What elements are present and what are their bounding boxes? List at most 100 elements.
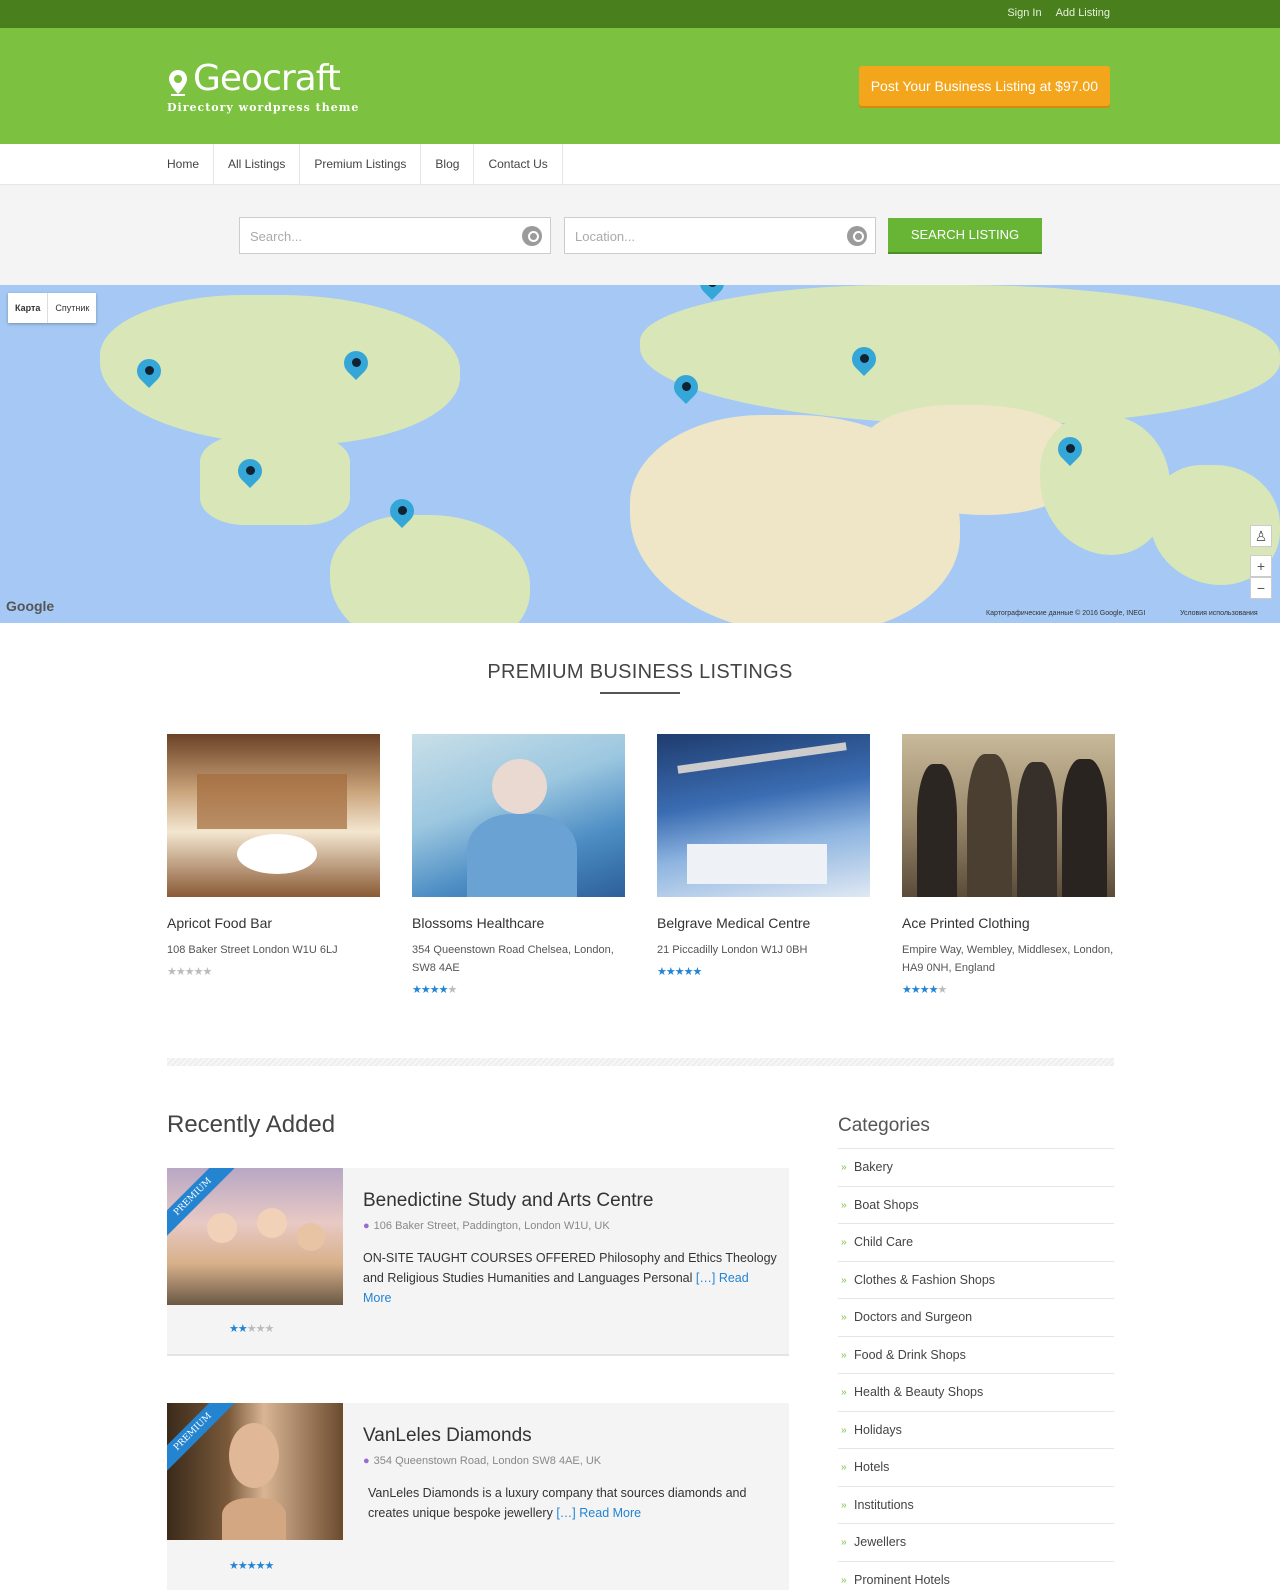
listing-card[interactable]: Belgrave Medical Centre 21 Piccadilly Lo… — [657, 734, 870, 996]
listing-image[interactable] — [902, 734, 1115, 897]
excerpt-ellipsis: […] — [556, 1506, 576, 1520]
map-attribution: Картографические данные © 2016 Google, I… — [986, 610, 1146, 617]
map-marker[interactable] — [695, 285, 729, 303]
premium-badge: PREMIUM — [167, 1403, 235, 1474]
nav-all-listings[interactable]: All Listings — [214, 144, 301, 185]
listing-thumbnail[interactable]: PREMIUM — [167, 1168, 343, 1305]
location-icon[interactable] — [847, 226, 867, 246]
category-item[interactable]: Bakery — [838, 1149, 1114, 1187]
categories-list: Bakery Boat Shops Child Care Clothes & F… — [838, 1148, 1114, 1590]
map-pin-icon: ● — [363, 1455, 370, 1467]
listing-address: ● 354 Queenstown Road, London SW8 4AE, UK — [363, 1455, 601, 1467]
zoom-in-button[interactable]: + — [1250, 555, 1272, 577]
section-divider — [167, 1058, 1114, 1066]
premium-listings-grid: Apricot Food Bar 108 Baker Street London… — [167, 734, 1115, 996]
excerpt-ellipsis: […] — [695, 1271, 716, 1285]
listing-address: Empire Way, Wembley, Middlesex, London, … — [902, 944, 1114, 974]
logo-name: Geocraft — [193, 58, 341, 99]
recent-listing[interactable]: PREMIUM VanLeles Diamonds ● 354 Queenstow… — [167, 1403, 789, 1590]
excerpt-text: ON-SITE TAUGHT COURSES OFFERED Philosoph… — [363, 1251, 777, 1285]
account-links: Sign In Add Listing — [1007, 7, 1110, 19]
listing-title[interactable]: VanLeles Diamonds — [363, 1425, 532, 1447]
sign-in-link[interactable]: Sign In — [1007, 7, 1041, 19]
premium-listings-heading: PREMIUM BUSINESS LISTINGS — [487, 661, 793, 683]
category-item[interactable]: Hotels — [838, 1449, 1114, 1487]
category-item[interactable]: Doctors and Surgeon — [838, 1299, 1114, 1337]
nav-home[interactable]: Home — [167, 144, 215, 185]
category-item[interactable]: Health & Beauty Shops — [838, 1374, 1114, 1412]
zoom-out-button[interactable]: − — [1250, 577, 1272, 599]
search-bar: Search... Location... SEARCH LISTING — [0, 185, 1280, 285]
world-map[interactable]: Карта Спутник ♙ + − Google Картографичес… — [0, 285, 1280, 623]
search-listing-button[interactable]: SEARCH LISTING — [888, 218, 1042, 252]
listing-excerpt: VanLeles Diamonds is a luxury company th… — [363, 1483, 777, 1523]
listing-excerpt: ON-SITE TAUGHT COURSES OFFERED Philosoph… — [363, 1248, 777, 1308]
street-view-pegman-icon[interactable]: ♙ — [1250, 525, 1272, 547]
map-type-map[interactable]: Карта — [8, 293, 49, 323]
map-marker[interactable] — [233, 454, 267, 491]
nav-blog[interactable]: Blog — [421, 144, 475, 185]
category-item[interactable]: Prominent Hotels — [838, 1562, 1114, 1590]
map-terms-link[interactable]: Условия использования — [1180, 610, 1258, 617]
map-marker[interactable] — [385, 494, 419, 531]
listing-title[interactable]: Benedictine Study and Arts Centre — [363, 1190, 653, 1212]
category-item[interactable]: Boat Shops — [838, 1187, 1114, 1224]
location-pin-icon — [167, 65, 189, 96]
map-marker[interactable] — [132, 354, 166, 391]
nav-premium-listings[interactable]: Premium Listings — [300, 144, 422, 185]
map-land-eurasia — [640, 285, 1280, 425]
listing-image[interactable] — [167, 734, 380, 897]
listing-title[interactable]: Apricot Food Bar — [167, 915, 380, 931]
site-header: Geocraft Directory wordpress theme Post … — [0, 28, 1280, 144]
listing-address: 21 Piccadilly London W1J 0BH — [657, 944, 808, 956]
recently-added-heading: Recently Added — [167, 1111, 336, 1138]
category-item[interactable]: Institutions — [838, 1487, 1114, 1524]
add-listing-link[interactable]: Add Listing — [1056, 7, 1110, 19]
main-nav: Home All Listings Premium Listings Blog … — [0, 144, 1280, 185]
map-land-south-america — [330, 515, 530, 623]
category-item[interactable]: Jewellers — [838, 1524, 1114, 1562]
search-icon[interactable] — [522, 226, 542, 246]
listing-card[interactable]: Apricot Food Bar 108 Baker Street London… — [167, 734, 380, 996]
read-more-link[interactable]: Read More — [579, 1506, 641, 1520]
map-pin-icon: ● — [363, 1220, 370, 1232]
listing-title[interactable]: Blossoms Healthcare — [412, 915, 625, 931]
star-rating: ★★★★★ — [167, 966, 212, 978]
top-bar: Sign In Add Listing — [0, 0, 1280, 28]
listing-address: 108 Baker Street London W1U 6LJ — [167, 944, 338, 956]
recent-listing[interactable]: PREMIUM Benedictine Study and Arts Centr… — [167, 1168, 789, 1354]
listing-title[interactable]: Ace Printed Clothing — [902, 915, 1115, 931]
listing-address: ● 106 Baker Street, Paddington, London W1… — [363, 1220, 610, 1232]
category-item[interactable]: Food & Drink Shops — [838, 1337, 1114, 1374]
map-marker[interactable] — [847, 342, 881, 379]
star-rating: ★★★★★ — [657, 966, 702, 978]
keyword-placeholder: Search... — [250, 229, 303, 244]
keyword-search-input[interactable]: Search... — [239, 217, 551, 254]
listing-image[interactable] — [657, 734, 870, 897]
map-type-satellite[interactable]: Спутник — [48, 293, 96, 323]
listing-card[interactable]: Blossoms Healthcare 354 Queenstown Road … — [412, 734, 625, 996]
categories-heading: Categories — [838, 1115, 930, 1136]
category-item[interactable]: Clothes & Fashion Shops — [838, 1262, 1114, 1299]
listing-image[interactable] — [412, 734, 625, 897]
map-marker[interactable] — [1053, 432, 1087, 469]
map-marker[interactable] — [339, 346, 373, 383]
star-rating: ★★★★★ — [902, 984, 947, 996]
address-text: 354 Queenstown Road, London SW8 4AE, UK — [373, 1455, 602, 1467]
category-item[interactable]: Holidays — [838, 1412, 1114, 1449]
site-logo[interactable]: Geocraft Directory wordpress theme — [167, 58, 359, 114]
nav-contact-us[interactable]: Contact Us — [474, 144, 563, 185]
location-placeholder: Location... — [575, 229, 635, 244]
map-land-india — [1040, 415, 1170, 555]
post-listing-button[interactable]: Post Your Business Listing at $97.00 — [858, 66, 1110, 106]
star-rating: ★★★★★ — [412, 984, 457, 996]
category-item[interactable]: Child Care — [838, 1224, 1114, 1262]
address-text: 106 Baker Street, Paddington, London W1U… — [373, 1220, 610, 1232]
listing-address: 354 Queenstown Road Chelsea, London, SW8… — [412, 944, 614, 974]
google-logo: Google — [6, 598, 55, 614]
map-marker[interactable] — [669, 370, 703, 407]
listing-thumbnail[interactable]: PREMIUM — [167, 1403, 343, 1540]
location-search-input[interactable]: Location... — [564, 217, 876, 254]
listing-card[interactable]: Ace Printed Clothing Empire Way, Wembley… — [902, 734, 1115, 996]
listing-title[interactable]: Belgrave Medical Centre — [657, 915, 870, 931]
